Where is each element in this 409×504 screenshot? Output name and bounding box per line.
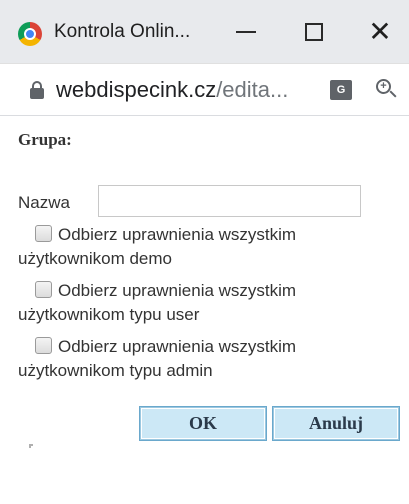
resize-handle — [29, 444, 33, 448]
lock-icon[interactable] — [30, 81, 44, 99]
zoom-icon[interactable]: + — [376, 79, 398, 101]
checkbox-admin[interactable] — [35, 337, 52, 354]
cancel-button[interactable]: Anuluj — [273, 407, 399, 440]
option-admin: Odbierz uprawnienia wszystkim użytkownik… — [18, 335, 348, 383]
name-input[interactable] — [98, 185, 361, 217]
url-text[interactable]: webdispecink.cz/edita... — [56, 76, 288, 104]
maximize-icon — [305, 23, 323, 41]
minimize-icon — [236, 31, 256, 33]
dialog-content: Grupa: Nazwa Odbierz uprawnienia wszystk… — [0, 117, 409, 504]
window-title: Kontrola Onlin... — [54, 21, 191, 42]
minimize-button[interactable] — [226, 14, 266, 50]
checkbox-demo[interactable] — [35, 225, 52, 242]
translate-icon[interactable]: G — [330, 80, 352, 100]
close-icon: ✕ — [368, 15, 392, 48]
address-bar[interactable]: webdispecink.cz/edita... G + — [0, 64, 409, 116]
url-path: /edita... — [216, 77, 289, 102]
option-demo: Odbierz uprawnienia wszystkim użytkownik… — [18, 223, 348, 271]
option-user-label: Odbierz uprawnienia wszystkim użytkownik… — [18, 281, 297, 324]
maximize-button[interactable] — [294, 14, 334, 50]
url-domain: webdispecink.cz — [56, 77, 217, 102]
chrome-icon — [18, 22, 42, 46]
ok-button[interactable]: OK — [140, 407, 266, 440]
option-admin-label: Odbierz uprawnienia wszystkim użytkownik… — [18, 337, 297, 380]
option-user: Odbierz uprawnienia wszystkim użytkownik… — [18, 279, 348, 327]
option-demo-label: Odbierz uprawnienia wszystkim użytkownik… — [18, 225, 297, 268]
group-label: Grupa: — [18, 130, 72, 149]
checkbox-user[interactable] — [35, 281, 52, 298]
name-label: Nazwa — [18, 193, 70, 212]
close-button[interactable]: ✕ — [360, 14, 400, 50]
title-bar: Kontrola Onlin... ✕ — [0, 0, 409, 64]
